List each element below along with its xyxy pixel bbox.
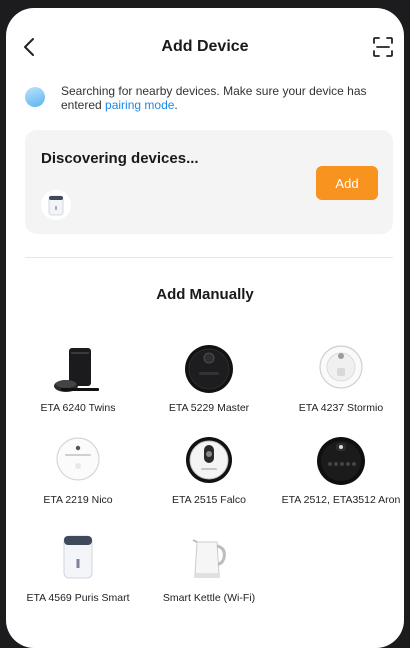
device-eta-2512[interactable]: ETA 2512, ETA3512 Aron [278,432,404,506]
robot-vacuum-white-icon [186,437,232,483]
device-eta-4569[interactable]: ETA 4569 Puris Smart [15,530,141,604]
divider [25,257,393,258]
device-smart-kettle[interactable]: Smart Kettle (Wi-Fi) [146,530,272,604]
device-label: ETA 4237 Stormio [298,402,384,414]
device-image [15,340,141,396]
scan-icon[interactable] [372,36,394,58]
device-label: ETA 4569 Puris Smart [26,592,130,604]
device-label: ETA 5229 Master [168,402,250,414]
robot-vacuum-black-icon [317,437,365,485]
page-title: Add Device [161,38,249,55]
discovering-title: Discovering devices... [41,150,199,167]
pairing-mode-link[interactable]: pairing mode [105,98,174,112]
device-eta-6240[interactable]: ETA 6240 Twins [15,340,141,414]
discovered-device[interactable] [41,190,71,220]
device-label: ETA 2512, ETA3512 Aron [281,494,401,506]
search-instructions-suffix: . [174,98,178,112]
device-image [146,432,272,488]
robot-vacuum-white-icon [319,345,363,389]
kettle-icon [192,539,226,578]
robot-vacuum-black-icon [185,345,233,393]
device-label: Smart Kettle (Wi-Fi) [162,592,256,604]
device-eta-4237[interactable]: ETA 4237 Stormio [278,340,404,414]
device-label: ETA 6240 Twins [40,402,116,414]
add-button[interactable]: Add [316,166,378,200]
add-manually-title: Add Manually [156,286,254,303]
air-purifier-icon [63,535,93,579]
device-label: ETA 2219 Nico [43,494,113,506]
device-image [146,530,272,586]
device-eta-2219[interactable]: ETA 2219 Nico [15,432,141,506]
search-status: Searching for nearby devices. Make sure … [25,82,385,116]
device-image [15,432,141,488]
searching-spinner-icon [25,87,45,107]
air-purifier-icon [48,195,64,216]
discovering-card: Discovering devices... Add [25,130,393,234]
device-image [146,340,272,396]
robot-vacuum-white-icon [56,437,100,481]
device-label: ETA 2515 Falco [172,494,246,506]
robot-vacuum-station-icon [54,348,99,392]
header: Add Device [6,8,404,88]
device-eta-5229[interactable]: ETA 5229 Master [146,340,272,414]
device-image [278,432,404,488]
device-image [15,530,141,586]
device-image [278,340,404,396]
search-instructions: Searching for nearby devices. Make sure … [61,84,387,112]
device-eta-2515[interactable]: ETA 2515 Falco [146,432,272,506]
app-screen: Add Device Searching for nearby devices.… [6,8,404,648]
